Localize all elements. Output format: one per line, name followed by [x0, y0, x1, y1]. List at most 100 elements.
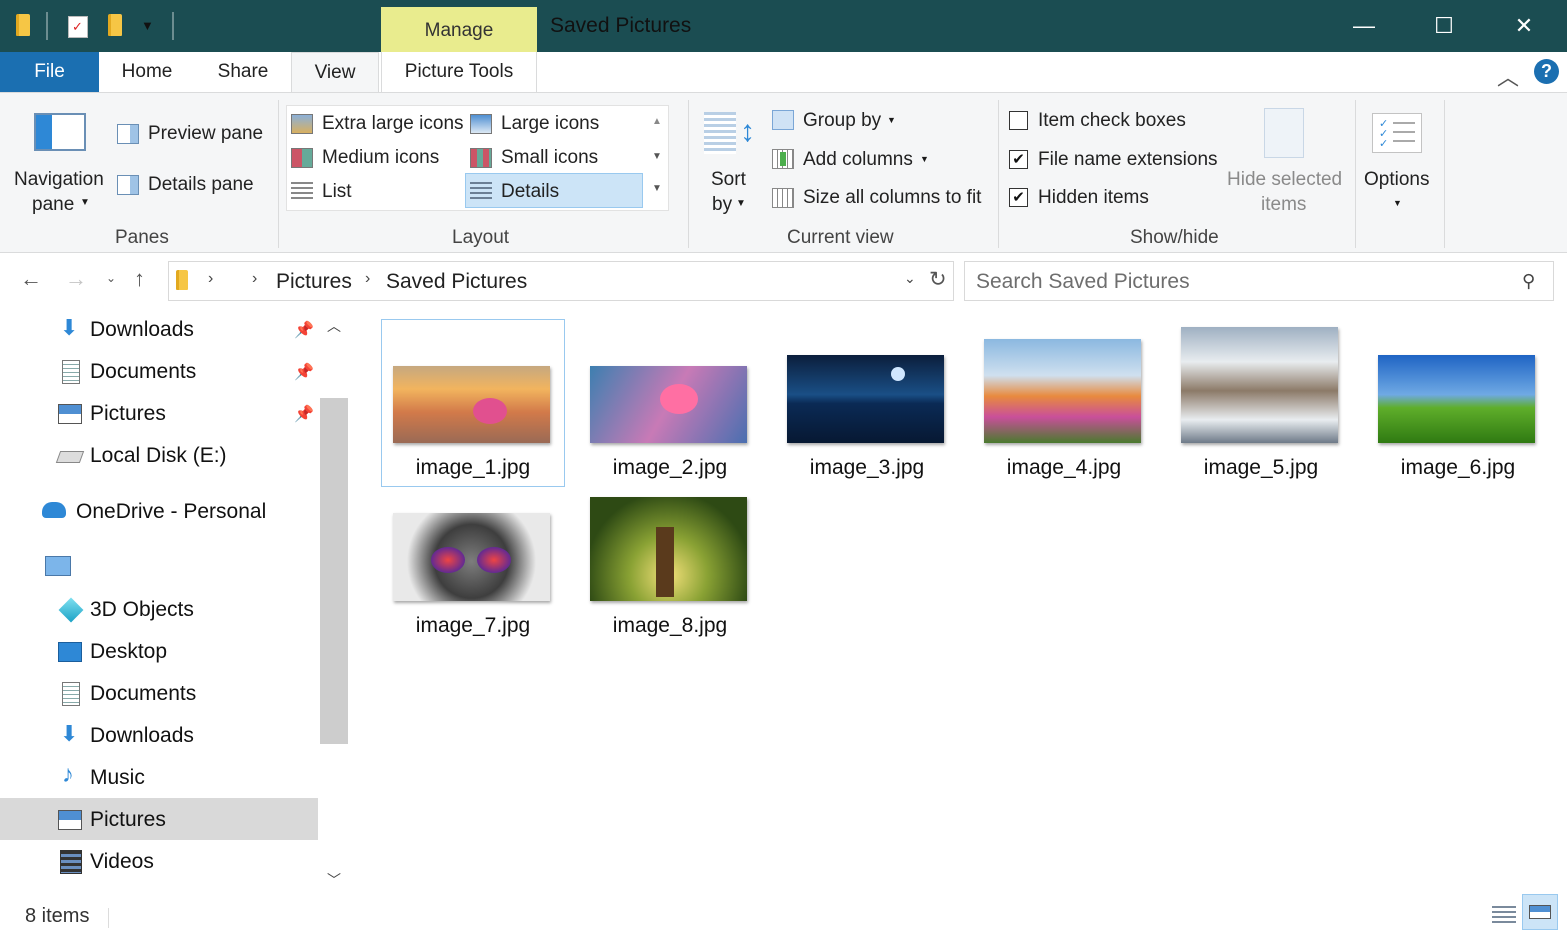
sidebar-item-documents-pc[interactable]: Documents [90, 674, 196, 714]
minimize-button[interactable]: — [1324, 0, 1404, 52]
preview-pane-button[interactable]: Preview pane [148, 123, 263, 145]
sort-by-label[interactable]: Sort [711, 169, 746, 191]
address-dropdown-icon[interactable]: ⌄ [904, 270, 916, 287]
file-name[interactable]: image_5.jpg [1169, 456, 1353, 480]
sidebar-item-downloads-pc[interactable]: Downloads [90, 716, 194, 756]
thumbnail-image-1[interactable] [393, 366, 550, 443]
group-by-button[interactable]: Group by [803, 110, 881, 132]
refresh-icon[interactable]: ↻ [929, 267, 947, 292]
chevron-down-icon[interactable]: ▼ [141, 18, 154, 33]
file-name-extensions-label[interactable]: File name extensions [1038, 149, 1218, 171]
layout-small-icons[interactable]: Small icons [501, 147, 598, 169]
sort-by-label-2[interactable]: by [712, 194, 732, 216]
sidebar-item-music[interactable]: Music [90, 758, 145, 798]
recent-locations-icon[interactable]: ⌄ [106, 271, 116, 285]
breadcrumb-saved-pictures[interactable]: Saved Pictures [386, 270, 527, 294]
item-check-boxes-label[interactable]: Item check boxes [1038, 110, 1186, 132]
add-columns-button[interactable]: Add columns [803, 149, 913, 171]
file-name[interactable]: image_3.jpg [775, 456, 959, 480]
pin-icon[interactable]: 📌 [294, 320, 314, 340]
chevron-down-icon[interactable]: ▼ [887, 115, 896, 125]
search-input[interactable]: Search Saved Pictures [976, 270, 1190, 294]
tab-home[interactable]: Home [106, 52, 188, 92]
maximize-button[interactable]: ☐ [1404, 0, 1484, 52]
chevron-right-icon[interactable]: › [252, 270, 257, 288]
sidebar-item-pictures-pc[interactable]: Pictures [90, 800, 166, 840]
details-pane-icon[interactable] [117, 175, 139, 195]
sidebar-item-onedrive[interactable]: OneDrive - Personal [76, 492, 266, 532]
item-check-boxes-checkbox[interactable] [1009, 111, 1028, 130]
close-button[interactable]: ✕ [1484, 0, 1564, 52]
chevron-down-icon[interactable]: ▼ [736, 198, 746, 209]
sidebar-item-local-disk[interactable]: Local Disk (E:) [90, 436, 227, 476]
gallery-scroll-down-icon[interactable]: ▼ [652, 151, 662, 162]
sidebar-scrollbar-thumb[interactable] [320, 398, 348, 744]
chevron-down-icon[interactable]: ▼ [80, 197, 90, 208]
sidebar-item-documents[interactable]: Documents [90, 352, 196, 392]
hidden-items-label[interactable]: Hidden items [1038, 187, 1149, 209]
help-icon[interactable]: ? [1534, 59, 1559, 84]
forward-arrow-icon[interactable]: → [65, 266, 87, 292]
tab-manage[interactable]: Manage [381, 7, 537, 52]
tab-picture-tools[interactable]: Picture Tools [381, 52, 537, 92]
thumbnail-image-5[interactable] [1181, 327, 1338, 443]
preview-pane-icon[interactable] [117, 124, 139, 144]
details-pane-button[interactable]: Details pane [148, 174, 254, 196]
scroll-up-icon[interactable]: ︿ [327, 316, 341, 336]
size-all-columns-button[interactable]: Size all columns to fit [803, 187, 981, 209]
chevron-down-icon[interactable]: ▼ [920, 154, 929, 164]
sidebar-item-desktop[interactable]: Desktop [90, 632, 167, 672]
layout-medium-icons[interactable]: Medium icons [322, 147, 439, 169]
gallery-expand-icon[interactable]: ▼ [652, 183, 662, 194]
options-icon[interactable]: ✓ ✓ ✓ [1372, 113, 1422, 153]
folder-icon[interactable] [16, 14, 30, 36]
gallery-scroll-up-icon[interactable]: ▲ [652, 116, 662, 127]
layout-large-icons[interactable]: Large icons [501, 113, 599, 135]
this-pc-icon[interactable] [45, 556, 71, 576]
thumbnail-image-2[interactable] [590, 366, 747, 443]
file-name-extensions-checkbox[interactable]: ✔ [1009, 150, 1028, 169]
up-arrow-icon[interactable]: ↑ [134, 266, 145, 292]
hidden-items-checkbox[interactable]: ✔ [1009, 188, 1028, 207]
properties-icon[interactable]: ✓ [68, 16, 88, 38]
file-name[interactable]: image_4.jpg [972, 456, 1156, 480]
thumbnail-image-6[interactable] [1378, 355, 1535, 443]
navigation-pane-label[interactable]: Navigation [14, 169, 104, 191]
chevron-down-icon[interactable]: ▼ [1393, 198, 1402, 208]
details-view-icon[interactable] [1492, 906, 1516, 926]
file-name[interactable]: image_1.jpg [381, 456, 565, 480]
thumbnail-image-3[interactable] [787, 355, 944, 443]
scroll-down-icon[interactable]: ﹀ [327, 870, 341, 890]
file-name[interactable]: image_8.jpg [578, 614, 762, 638]
options-button[interactable]: Options [1364, 169, 1429, 191]
tab-view[interactable]: View [291, 52, 379, 92]
thumbnail-image-8[interactable] [590, 497, 747, 601]
sort-by-icon[interactable] [704, 112, 736, 154]
new-folder-icon[interactable] [108, 14, 122, 36]
file-name[interactable]: image_2.jpg [578, 456, 762, 480]
navigation-pane-label-2[interactable]: pane [32, 194, 74, 216]
layout-list[interactable]: List [322, 181, 352, 203]
layout-details[interactable]: Details [501, 181, 559, 203]
large-icons-view-button[interactable] [1522, 894, 1558, 930]
back-arrow-icon[interactable]: ← [20, 266, 42, 292]
pin-icon[interactable]: 📌 [294, 404, 314, 424]
file-name[interactable]: image_7.jpg [381, 614, 565, 638]
thumbnail-image-4[interactable] [984, 339, 1141, 443]
tab-share[interactable]: Share [196, 52, 290, 92]
sidebar-item-pictures[interactable]: Pictures [90, 394, 166, 434]
chevron-right-icon[interactable]: › [365, 270, 370, 288]
sidebar-item-videos[interactable]: Videos [90, 842, 154, 882]
thumbnail-image-7[interactable] [393, 513, 550, 601]
file-name[interactable]: image_6.jpg [1366, 456, 1550, 480]
collapse-ribbon-icon[interactable]: ︿ [1497, 60, 1519, 92]
navigation-pane-icon[interactable] [34, 113, 86, 151]
layout-extra-large-icons[interactable]: Extra large icons [322, 113, 464, 135]
pin-icon[interactable]: 📌 [294, 362, 314, 382]
search-icon[interactable]: ⚲ [1522, 271, 1535, 292]
chevron-right-icon[interactable]: › [208, 270, 213, 288]
sidebar-item-3d-objects[interactable]: 3D Objects [90, 590, 194, 630]
tab-file[interactable]: File [0, 52, 99, 92]
breadcrumb-pictures[interactable]: Pictures [276, 270, 352, 294]
sidebar-item-downloads[interactable]: Downloads [90, 310, 194, 350]
